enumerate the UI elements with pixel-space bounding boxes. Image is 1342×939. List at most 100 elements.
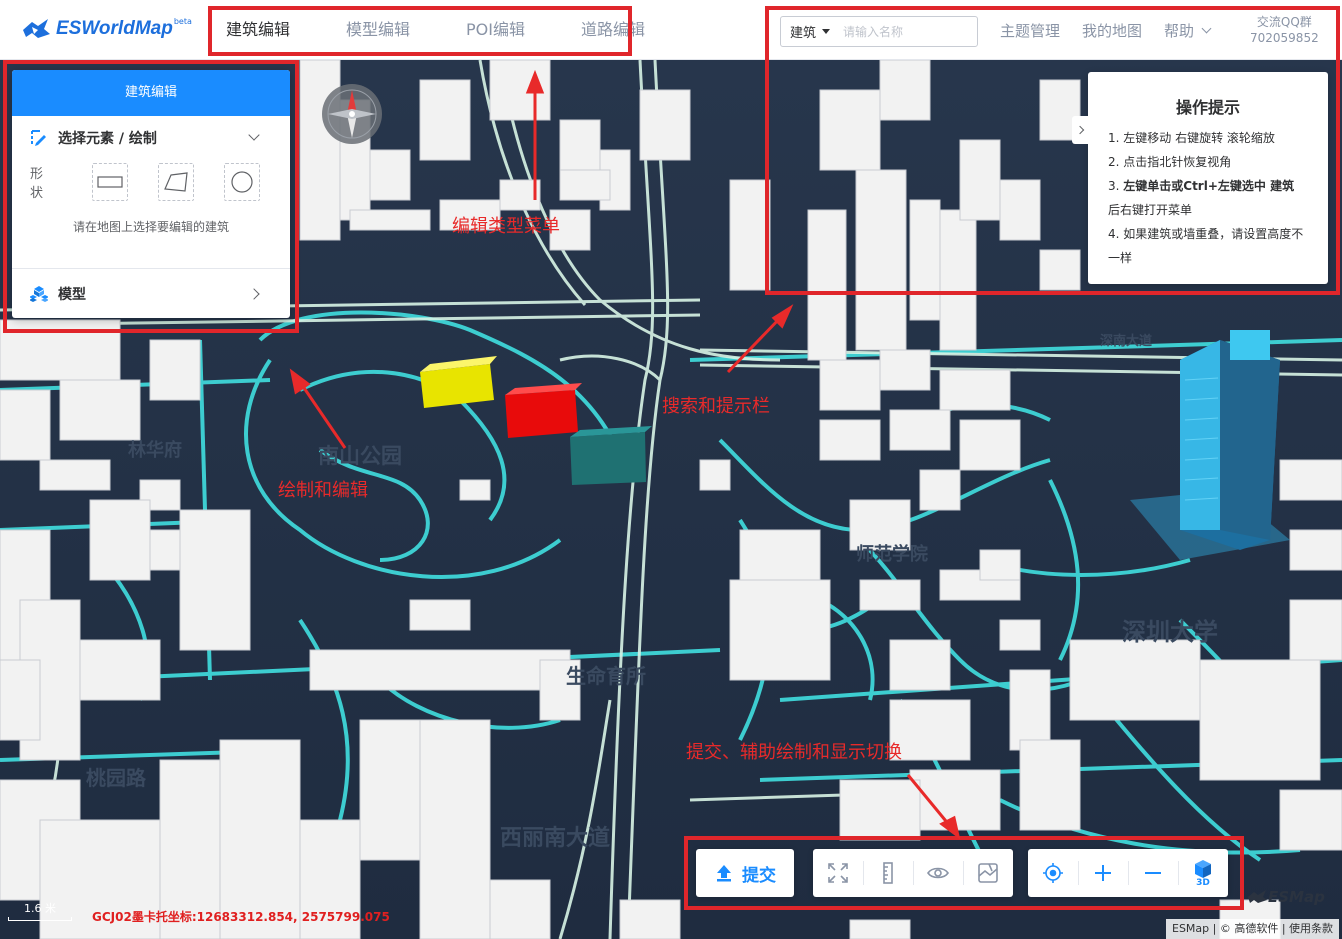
map-attribution[interactable]: ESMap | © 高德软件 | 使用条款 <box>1166 919 1340 939</box>
tip-3-suffix: 后右键打开菜单 <box>1108 203 1193 217</box>
panel-title: 建筑编辑 <box>12 70 290 116</box>
zoom-out-button[interactable] <box>1128 849 1178 897</box>
toggle-3d-label: 3D <box>1196 877 1210 888</box>
qq-number: 702059852 <box>1250 31 1319 45</box>
top-bar: ESWorldMap beta 建筑编辑 模型编辑 POI编辑 道路编辑 建筑 … <box>0 0 1342 60</box>
circle-shape-button[interactable] <box>224 163 261 201</box>
help-menu[interactable]: 帮助 <box>1164 20 1212 41</box>
top-links: 主题管理 我的地图 帮助 <box>1000 0 1232 60</box>
coordinates-readout: GCJ02墨卡托坐标:12683312.854, 2575799.075 <box>92 910 390 924</box>
tip-3-bold: 左键单击或Ctrl+左键选中 建筑 <box>1123 179 1295 193</box>
toggle-3d-button[interactable]: 3D <box>1178 849 1228 897</box>
compass-button[interactable] <box>320 82 384 146</box>
tips-collapse-button[interactable] <box>1072 116 1088 144</box>
map-label: 深南大道 <box>1100 334 1153 349</box>
tab-model-edit[interactable]: 模型编辑 <box>346 0 410 60</box>
select-draw-label: 选择元素 / 绘制 <box>58 131 157 147</box>
map-label: 桃园路 <box>86 766 146 790</box>
logo-text: ESWorldMap <box>56 18 173 39</box>
submit-label: 提交 <box>742 865 776 886</box>
tip-item-4: 4. 如果建筑或墙重叠，请设置高度不一样 <box>1108 227 1304 265</box>
submit-group: 提交 <box>696 849 794 897</box>
polygon-shape-button[interactable] <box>158 163 195 201</box>
tips-title: 操作提示 <box>1175 98 1240 117</box>
logo-icon <box>23 19 50 38</box>
tip-item-3: 3. 左键单击或Ctrl+左键选中 建筑 后右键打开菜单 <box>1108 174 1308 222</box>
esmap-logo-icon <box>1248 890 1267 903</box>
cubes-icon <box>30 286 48 302</box>
search-type-select[interactable]: 建筑 <box>781 22 843 41</box>
map-style-button[interactable] <box>963 849 1013 897</box>
map-label: 深圳大学 <box>1122 618 1218 646</box>
qq-group-info: 交流QQ群 702059852 <box>1250 14 1319 46</box>
upload-icon <box>717 865 731 882</box>
map-label: 师范学院 <box>856 544 928 565</box>
tab-road-edit[interactable]: 道路编辑 <box>581 0 645 60</box>
select-draw-header[interactable]: 选择元素 / 绘制 <box>12 116 290 160</box>
cube-icon <box>1195 859 1211 878</box>
plus-icon <box>1095 865 1111 881</box>
map-label: 生命育所 <box>566 664 646 688</box>
model-header[interactable]: 模型 <box>12 272 290 316</box>
submit-button[interactable]: 提交 <box>696 849 794 897</box>
scale-value: 1.6 米 <box>24 902 56 915</box>
tab-building-edit[interactable]: 建筑编辑 <box>226 0 290 60</box>
operation-tips-panel: 操作提示 1. 左键移动 右键旋转 滚轮缩放 2. 点击指北针恢复视角 3. 左… <box>1072 72 1328 284</box>
esmap-logo-text: ESMap <box>1268 888 1325 906</box>
logo-badge: beta <box>173 16 192 26</box>
annotation-draw-edit: 绘制和编辑 <box>278 480 368 501</box>
map-label: 南山公园 <box>318 444 402 468</box>
my-map-link[interactable]: 我的地图 <box>1082 20 1142 41</box>
scale-bar: 1.6 米 <box>8 900 72 921</box>
tip-item-1: 1. 左键移动 右键旋转 滚轮缩放 <box>1108 131 1275 145</box>
shape-label: 形状 <box>30 167 64 201</box>
eye-icon <box>927 867 949 879</box>
compass-icon <box>322 84 382 144</box>
panel-divider <box>12 268 290 269</box>
search-type-label: 建筑 <box>790 26 817 41</box>
tab-poi-edit[interactable]: POI编辑 <box>466 0 525 60</box>
theme-management-link[interactable]: 主题管理 <box>1000 20 1060 41</box>
fullscreen-button[interactable] <box>813 849 863 897</box>
locate-icon <box>1043 863 1063 883</box>
scale-line <box>8 917 72 921</box>
rectangle-icon <box>97 176 123 188</box>
map-label: 林华府 <box>128 440 182 461</box>
select-draw-section: 选择元素 / 绘制 形状 请在地图上选择要编辑的建筑 <box>12 116 290 235</box>
locate-button[interactable] <box>1028 849 1078 897</box>
search-input[interactable] <box>843 24 971 39</box>
ruler-button[interactable] <box>863 849 913 897</box>
help-label: 帮助 <box>1164 21 1195 40</box>
minus-icon <box>1145 872 1161 874</box>
selection-hint: 请在地图上选择要编辑的建筑 <box>72 220 229 234</box>
chevron-right-icon <box>1075 125 1085 135</box>
caret-down-icon <box>822 29 831 34</box>
model-section: 模型 <box>12 272 290 316</box>
search-box: 建筑 <box>780 16 978 47</box>
edit-type-menu: 建筑编辑 模型编辑 POI编辑 道路编辑 <box>226 0 701 60</box>
map-layer-icon <box>978 863 998 883</box>
view-toolbar: 3D <box>1028 849 1228 897</box>
ruler-icon <box>883 862 893 884</box>
chevron-down-icon <box>248 129 260 141</box>
visibility-button[interactable] <box>913 849 963 897</box>
qq-label: 交流QQ群 <box>1256 15 1312 29</box>
tip-3-prefix: 3. <box>1108 179 1124 193</box>
model-label: 模型 <box>58 287 86 303</box>
shape-selector: 形状 <box>12 160 290 204</box>
map-label: 西丽南大道 <box>500 826 611 851</box>
edit-pen-icon <box>31 130 46 146</box>
assist-toolbar <box>813 849 1013 897</box>
annotation-toolbar: 提交、辅助绘制和显示切换 <box>686 742 902 763</box>
tip-item-2: 2. 点击指北针恢复视角 <box>1108 155 1232 169</box>
zoom-in-button[interactable] <box>1078 849 1128 897</box>
annotation-search-tips: 搜索和提示栏 <box>662 396 770 417</box>
tips-list: 1. 左键移动 右键旋转 滚轮缩放 2. 点击指北针恢复视角 3. 左键单击或C… <box>1088 126 1328 270</box>
esmap-logo: ESMap <box>1246 888 1325 906</box>
polygon-icon <box>164 172 188 192</box>
chevron-right-icon <box>248 288 260 300</box>
annotation-edit-menu: 编辑类型菜单 <box>452 216 560 237</box>
rectangle-shape-button[interactable] <box>92 163 129 201</box>
app-logo[interactable]: ESWorldMap beta <box>20 16 192 42</box>
circle-icon <box>231 171 253 193</box>
